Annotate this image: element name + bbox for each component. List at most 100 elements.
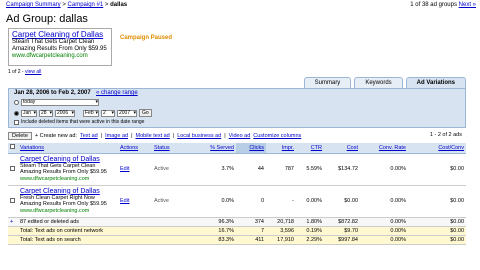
- total-row: Total: Text ads on search 83.3% 411 17,9…: [8, 235, 466, 245]
- deleted-ads-row: + 87 edited or deleted ads 96.3% 374 20,…: [8, 217, 466, 227]
- ad-preview-url: www.dfwcarpetcleaning.com: [12, 53, 88, 59]
- impr-cell: 787: [266, 153, 296, 186]
- preset-select[interactable]: today: [21, 99, 99, 106]
- total-row: Total: Text ads on content network 16.7%…: [8, 226, 466, 236]
- ad-preview-line2: Amazing Results From Only $59.95: [12, 46, 107, 52]
- clicks-cell: 411: [236, 235, 266, 245]
- ad-preview-title[interactable]: Carpet Cleaning of Dallas: [12, 31, 108, 39]
- include-deleted-label: Include deleted items that were active i…: [21, 119, 145, 125]
- local-ad-link[interactable]: Local business ad: [177, 133, 221, 139]
- tab-keywords[interactable]: Keywords: [354, 77, 403, 88]
- breadcrumb-separator: >: [62, 2, 66, 8]
- ad-count: 1 - 2 of 2 ads: [429, 132, 462, 138]
- clicks-cell: 44: [236, 153, 266, 186]
- table-header-row: Variations Actions Status % Served Click…: [8, 143, 466, 154]
- breadcrumb-campaign-summary[interactable]: Campaign Summary: [6, 2, 61, 8]
- clicks-cell: 374: [236, 217, 266, 227]
- served-cell: 83.3%: [194, 235, 236, 245]
- custom-range-row: Jan 28 2006 Feb 2 2007 Go: [14, 109, 152, 117]
- ad-title[interactable]: Carpet Cleaning of Dallas: [20, 188, 116, 195]
- conv-rate-cell: 0.00%: [360, 217, 408, 227]
- ad-line2: Amazing Results From Only $59.95: [20, 169, 107, 176]
- from-month-select[interactable]: Jan: [21, 109, 37, 117]
- to-day-select[interactable]: 2: [101, 109, 115, 117]
- campaign-status: Campaign Paused: [120, 35, 173, 41]
- page-title: Ad Group: dallas: [6, 13, 88, 25]
- ctr-cell: 2.29%: [296, 235, 324, 245]
- col-cost[interactable]: Cost: [324, 143, 360, 154]
- tab-summary[interactable]: Summary: [303, 77, 352, 88]
- to-year-select[interactable]: 2007: [117, 109, 137, 117]
- conv-rate-cell: 0.00%: [360, 235, 408, 245]
- impr-cell: 20,718: [266, 217, 296, 227]
- to-month-select[interactable]: Feb: [83, 109, 99, 117]
- col-impr[interactable]: Impr.: [266, 143, 296, 154]
- col-served[interactable]: % Served: [194, 143, 236, 154]
- image-ad-link[interactable]: Image ad: [105, 133, 128, 139]
- ad-title[interactable]: Carpet Cleaning of Dallas: [20, 156, 116, 163]
- customize-columns-link[interactable]: Customize columns: [253, 133, 301, 139]
- delete-button[interactable]: Delete: [8, 132, 32, 140]
- ad-preview-line1: Steam That Gets Carpet Clean: [12, 39, 95, 45]
- col-conv-rate[interactable]: Conv. Rate: [360, 143, 408, 154]
- tab-bar: Summary Keywords Ad Variations: [303, 77, 466, 88]
- expand-icon[interactable]: +: [10, 219, 13, 225]
- cost-cell: $997.84: [324, 235, 360, 245]
- row-checkbox[interactable]: [10, 197, 15, 203]
- conv-rate-cell: 0.00%: [360, 226, 408, 236]
- table-row: Carpet Cleaning of Dallas Steam That Get…: [8, 153, 466, 186]
- breadcrumb-separator: >: [104, 2, 109, 8]
- row-checkbox[interactable]: [10, 165, 15, 171]
- custom-range-radio[interactable]: [14, 110, 19, 116]
- impr-cell: -: [266, 185, 296, 218]
- edit-link[interactable]: Edit: [120, 198, 129, 204]
- deleted-label: 87 edited or deleted ads: [18, 217, 194, 227]
- clicks-cell: 7: [236, 226, 266, 236]
- edit-link[interactable]: Edit: [120, 166, 129, 172]
- cost-cell: $9.70: [324, 226, 360, 236]
- select-all-cell: [8, 143, 18, 154]
- cost-cell: $134.72: [324, 153, 360, 186]
- preset-row: today: [14, 99, 99, 106]
- ad-line2: Amazing Results From Only $59.95: [20, 201, 107, 208]
- include-deleted-checkbox[interactable]: [14, 119, 19, 125]
- create-ad-label: + Create new ad:: [34, 133, 77, 139]
- tab-ad-variations[interactable]: Ad Variations: [405, 77, 466, 88]
- ad-group-pager: 1 of 38 ad groups Next »: [410, 2, 476, 8]
- pager-text: 1 of 38 ad groups: [410, 2, 457, 8]
- ad-preview-pager-text: 1 of 2 -: [8, 69, 24, 75]
- col-cost-conv[interactable]: Cost/Conv: [408, 143, 466, 154]
- col-variations[interactable]: Variations: [18, 143, 118, 154]
- from-year-select[interactable]: 2006: [55, 109, 75, 117]
- cost-conv-cell: $0.00: [408, 226, 466, 236]
- preset-radio[interactable]: [14, 100, 19, 105]
- video-ad-link[interactable]: Video ad: [229, 133, 251, 139]
- breadcrumb-campaign-1[interactable]: Campaign #1: [68, 2, 104, 8]
- view-all-link[interactable]: view all: [25, 69, 41, 75]
- col-ctr[interactable]: CTR: [296, 143, 324, 154]
- mobile-ad-link[interactable]: Mobile text ad: [136, 133, 170, 139]
- col-actions[interactable]: Actions: [118, 143, 152, 154]
- table-row: Carpet Cleaning of Dallas Fresh Clean Ca…: [8, 185, 466, 218]
- total-label: Total: Text ads on search: [18, 235, 194, 245]
- served-cell: 96.3%: [194, 217, 236, 227]
- ctr-cell: 5.59%: [296, 153, 324, 186]
- change-range-link[interactable]: « change range: [96, 90, 138, 96]
- cost-conv-cell: $0.00: [408, 185, 466, 218]
- text-ad-link[interactable]: Text ad: [80, 133, 98, 139]
- go-button[interactable]: Go: [139, 109, 152, 117]
- cost-conv-cell: $0.00: [408, 235, 466, 245]
- cost-cell: $872.82: [324, 217, 360, 227]
- from-day-select[interactable]: 28: [39, 109, 53, 117]
- total-label: Total: Text ads on content network: [18, 226, 194, 236]
- served-cell: 0.0%: [194, 185, 236, 218]
- include-deleted-row: Include deleted items that were active i…: [14, 119, 144, 125]
- next-link[interactable]: Next »: [459, 2, 476, 8]
- col-status[interactable]: Status: [152, 143, 194, 154]
- impr-cell: 3,596: [266, 226, 296, 236]
- ad-variations-table: Variations Actions Status % Served Click…: [8, 143, 466, 245]
- select-all-checkbox[interactable]: [10, 144, 15, 150]
- col-clicks[interactable]: Clicks: [236, 143, 266, 154]
- ctr-cell: 1.80%: [296, 217, 324, 227]
- ad-url: www.dfwcarpetcleaning.com: [20, 207, 90, 214]
